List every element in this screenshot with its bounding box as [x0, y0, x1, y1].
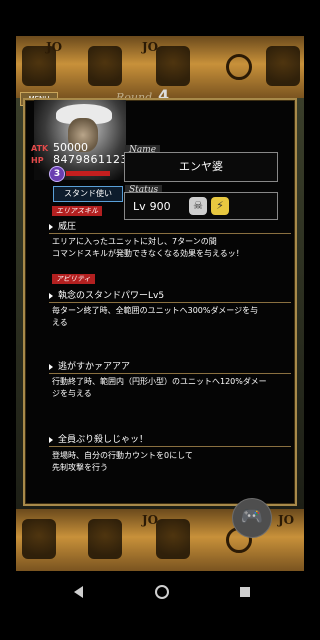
- stand-user-button[interactable]: スタンド使い: [53, 186, 123, 202]
- character-name: エンヤ婆: [124, 152, 278, 182]
- hand-tile: [156, 46, 190, 86]
- ability-description: 行動終了時、範囲内（円形小型）のユニットへ120%ダメー ジを与える: [52, 377, 267, 398]
- ability-title: 全員ぶり殺しじゃッ！: [49, 432, 291, 447]
- skull-icon: ☠: [189, 197, 207, 215]
- hp-label: HP: [31, 156, 44, 165]
- ability-tag: アビリティ: [52, 274, 95, 284]
- triangle-icon: [49, 436, 53, 443]
- hand-tile: [156, 519, 190, 559]
- home-circle-icon[interactable]: [155, 585, 169, 599]
- game-screen: JO JO MENU Round 4 ATK 50000 HP 84798611…: [16, 36, 304, 571]
- cheetah-tile: [88, 519, 122, 559]
- gamepad-icon[interactable]: 🎮: [232, 498, 272, 538]
- level-label: Lv: [133, 200, 146, 213]
- area-skill-description: エリアに入ったユニットに対し、7ターンの間 コマンドスキルが発動できなくなる効果…: [52, 237, 244, 258]
- jo-mark: JO: [46, 40, 63, 54]
- back-triangle-icon[interactable]: [74, 586, 83, 598]
- cheetah-tile: [88, 46, 122, 86]
- stock-badge: 3: [49, 166, 65, 182]
- level-display: Lv 900: [133, 200, 171, 213]
- lightning-icon: ⚡: [211, 197, 229, 215]
- jo-mark: JO: [278, 513, 295, 527]
- mask-tile: [22, 519, 56, 559]
- area-skill-title: 威圧: [49, 219, 291, 234]
- mask-tile: [266, 46, 300, 86]
- recent-square-icon[interactable]: [240, 587, 250, 597]
- atk-label: ATK: [31, 144, 49, 153]
- peace-icon: [226, 54, 252, 80]
- area-skill-tag: エリアスキル: [52, 206, 102, 216]
- triangle-icon: [49, 223, 53, 230]
- gauge-bar: [66, 171, 110, 176]
- hp-value: 8479861123: [53, 153, 128, 166]
- level-value: 900: [149, 200, 171, 213]
- triangle-icon: [49, 292, 53, 299]
- status-box: Lv 900 ☠ ⚡: [124, 192, 278, 220]
- triangle-icon: [49, 363, 53, 370]
- ability-description: 登場時、自分の行動カウントを0にして 先制攻撃を行う: [52, 451, 193, 472]
- ability-title: 逃がすかァアアア: [49, 359, 291, 374]
- android-nav-bar: [0, 572, 320, 640]
- status-bar: [0, 0, 320, 36]
- ability-title: 執念のスタンドパワーLv5: [49, 288, 291, 303]
- ability-description: 毎ターン終了時、全範囲のユニットへ300%ダメージを与 える: [52, 306, 259, 327]
- character-portrait: [34, 100, 126, 180]
